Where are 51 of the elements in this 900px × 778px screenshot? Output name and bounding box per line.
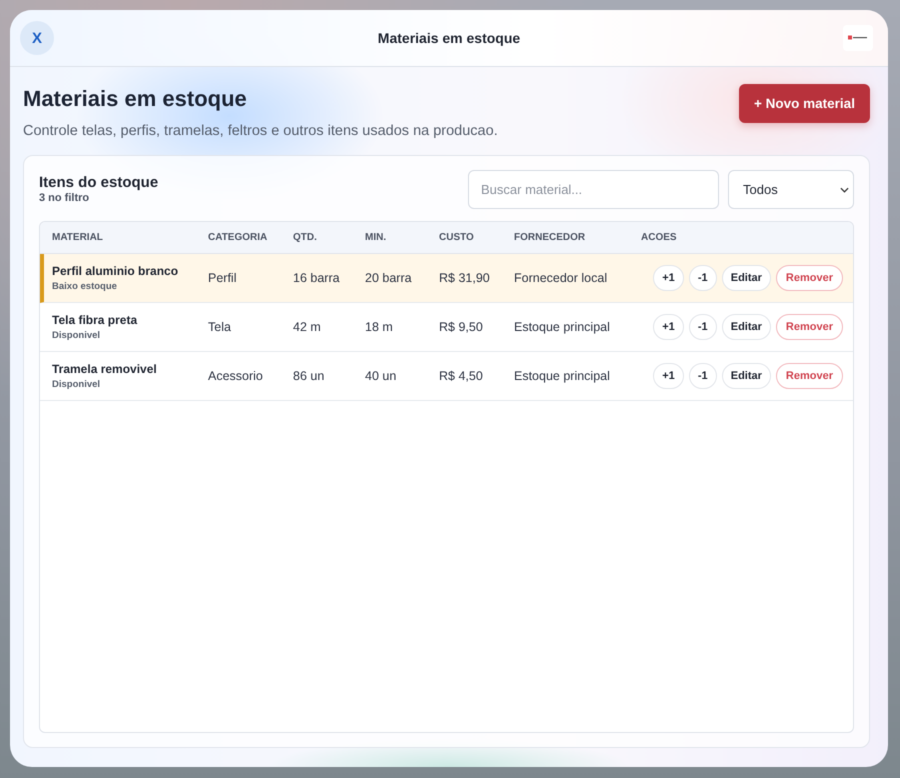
material-name: Perfil aluminio branco: [52, 264, 180, 278]
minimum-cell-text: 20 barra: [365, 271, 413, 285]
cost-cell-text: R$ 9,50: [439, 320, 484, 334]
action-button[interactable]: -1: [688, 314, 717, 340]
column-header: FORNECEDOR: [514, 232, 586, 243]
remove-button[interactable]: Remover: [776, 363, 843, 389]
cost-cell-text: R$ 31,90: [439, 271, 491, 285]
cost-cell-text: R$ 4,50: [439, 369, 484, 383]
filter-select[interactable]: Todos: [728, 170, 854, 209]
category-cell-text: Tela: [208, 320, 232, 334]
supplier-cell-text: Fornecedor local: [514, 271, 608, 285]
close-button[interactable]: X: [20, 21, 54, 55]
category-cell-text: Acessorio: [208, 369, 264, 383]
action-button[interactable]: -1: [688, 363, 717, 389]
column-header: CUSTO: [439, 232, 475, 243]
logo-icon: [843, 25, 873, 51]
supplier-cell-text: Estoque principal: [514, 369, 611, 383]
material-name: Tela fibra preta: [52, 313, 138, 327]
action-button[interactable]: Editar: [722, 363, 771, 389]
search-field[interactable]: Buscar material...: [468, 170, 719, 209]
minimum-cell-text: 18 m: [365, 320, 394, 334]
quantity-cell-text: 86 un: [293, 369, 326, 383]
chevron-icon: [840, 186, 849, 192]
panel-title: Itens do estoque: [39, 174, 160, 192]
page-heading: Materiais em estoque: [23, 86, 248, 112]
material-status: Disponivel: [52, 330, 102, 341]
column-header: CATEGORIA: [208, 232, 268, 243]
column-header: MIN.: [365, 232, 388, 243]
column-header: QTD.: [293, 232, 318, 243]
quantity-cell-text: 16 barra: [293, 271, 341, 285]
material-name: Tramela removivel: [52, 362, 158, 376]
material-status: Baixo estoque: [52, 281, 118, 292]
remove-button[interactable]: Remover: [776, 265, 843, 291]
column-header: ACOES: [641, 232, 678, 243]
filter-count: 3 no filtro: [39, 192, 90, 205]
remove-button[interactable]: Remover: [776, 314, 843, 340]
action-button[interactable]: +1: [653, 265, 684, 291]
category-cell-text: Perfil: [208, 271, 238, 285]
action-button[interactable]: -1: [688, 265, 717, 291]
action-button[interactable]: +1: [653, 363, 684, 389]
action-button[interactable]: Editar: [722, 265, 771, 291]
minimum-cell-text: 40 un: [365, 369, 398, 383]
window-title: Materiais em estoque: [378, 30, 520, 46]
material-status: Disponivel: [52, 379, 102, 390]
supplier-cell-text: Estoque principal: [514, 320, 611, 334]
action-button[interactable]: Editar: [722, 314, 771, 340]
quantity-cell-text: 42 m: [293, 320, 322, 334]
page-subtitle: Controle telas, perfis, tramelas, feltros e outros itens usados na producao.: [23, 122, 498, 140]
column-header: MATERIAL: [52, 232, 104, 243]
new-material-button[interactable]: + Novo material: [739, 84, 870, 123]
action-button[interactable]: +1: [653, 314, 684, 340]
